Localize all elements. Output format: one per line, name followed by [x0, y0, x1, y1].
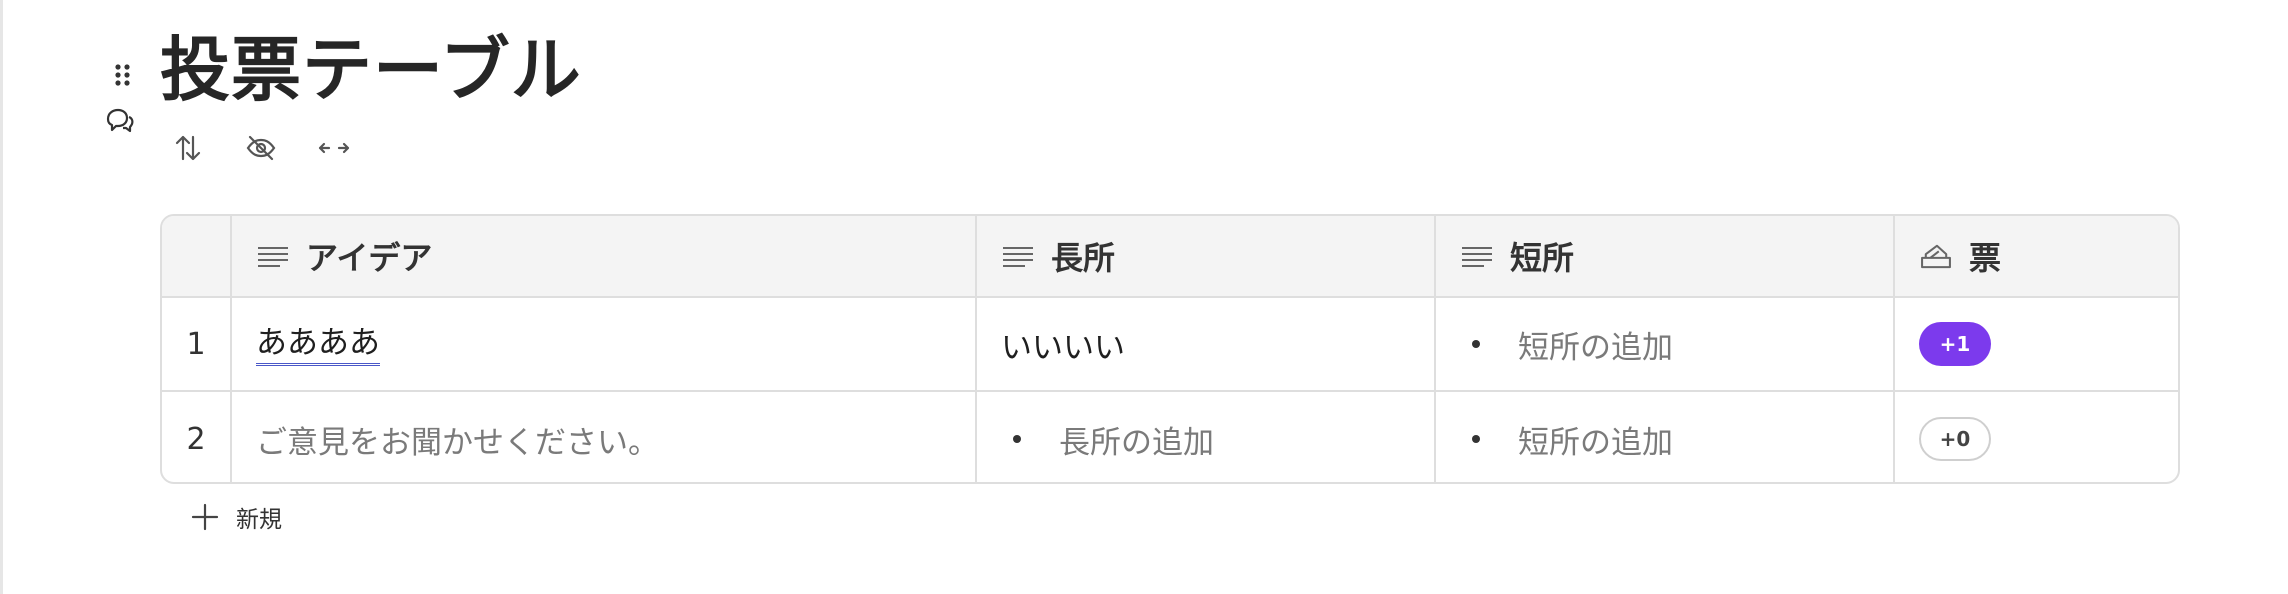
table-header-row: アイデア 長所 短所 票: [162, 216, 2178, 298]
table-row: 1 ああああ いいいい 短所の追加 +1: [162, 298, 2178, 392]
pros-cell[interactable]: いいいい: [977, 298, 1436, 390]
column-header-label: 長所: [1051, 239, 1116, 277]
bullet-icon: [1013, 435, 1021, 443]
column-header-label: 票: [1969, 239, 2002, 277]
bullet-icon: [1472, 340, 1480, 348]
row-number: 2: [186, 421, 206, 457]
list-item[interactable]: 長所の追加: [1001, 417, 1214, 462]
column-header-votes[interactable]: 票: [1895, 216, 2178, 296]
vote-button[interactable]: +0: [1919, 417, 1991, 461]
list-item[interactable]: 短所の追加: [1460, 417, 1673, 462]
add-row-label: 新規: [236, 507, 282, 533]
row-number-cell: 2: [162, 392, 232, 482]
cons-cell[interactable]: 短所の追加: [1436, 298, 1895, 390]
list-item[interactable]: 短所の追加: [1460, 322, 1673, 367]
sort-icon[interactable]: [168, 130, 208, 166]
pros-cell[interactable]: 長所の追加: [977, 392, 1436, 482]
cons-placeholder: 短所の追加: [1518, 329, 1673, 366]
drag-handle-icon[interactable]: [112, 60, 134, 90]
column-header-pros[interactable]: 長所: [977, 216, 1436, 296]
text-lines-icon: [258, 247, 288, 267]
comment-icon[interactable]: [104, 106, 136, 136]
table-row: 2 ご意見をお聞かせください。 長所の追加 短所の追加 +0: [162, 392, 2178, 482]
add-row-button[interactable]: 新規: [190, 500, 282, 534]
ballot-box-icon: [1921, 244, 1951, 269]
plus-icon: [191, 503, 219, 531]
pros-placeholder: 長所の追加: [1059, 424, 1214, 461]
column-header-label: 短所: [1510, 239, 1575, 277]
cons-placeholder: 短所の追加: [1518, 424, 1673, 461]
column-header-label: アイデア: [306, 239, 433, 277]
votes-cell: +0: [1895, 392, 2178, 482]
idea-placeholder: ご意見をお聞かせください。: [256, 424, 659, 461]
vote-button[interactable]: +1: [1919, 322, 1991, 366]
pros-text[interactable]: いいいい: [1001, 322, 1125, 367]
column-header-cons[interactable]: 短所: [1436, 216, 1895, 296]
votes-cell: +1: [1895, 298, 2178, 390]
bullet-icon: [1472, 435, 1480, 443]
text-lines-icon: [1003, 247, 1033, 267]
cons-cell[interactable]: 短所の追加: [1436, 392, 1895, 482]
column-header-idea[interactable]: アイデア: [232, 216, 977, 296]
idea-cell[interactable]: ああああ: [232, 298, 977, 390]
column-width-icon[interactable]: [314, 130, 354, 166]
hide-icon[interactable]: [241, 130, 281, 166]
vote-table: アイデア 長所 短所 票 1 ああああ いいいい 短所の追加 +1 2 ご意見を…: [160, 214, 2180, 484]
header-row-number-cell: [162, 216, 232, 296]
row-number: 1: [186, 326, 206, 362]
left-edge-divider: [0, 0, 3, 594]
page-title: 投票テーブル: [160, 29, 582, 111]
idea-text[interactable]: ああああ: [256, 323, 380, 366]
idea-cell[interactable]: ご意見をお聞かせください。: [232, 392, 977, 482]
row-number-cell: 1: [162, 298, 232, 390]
text-lines-icon: [1462, 247, 1492, 267]
